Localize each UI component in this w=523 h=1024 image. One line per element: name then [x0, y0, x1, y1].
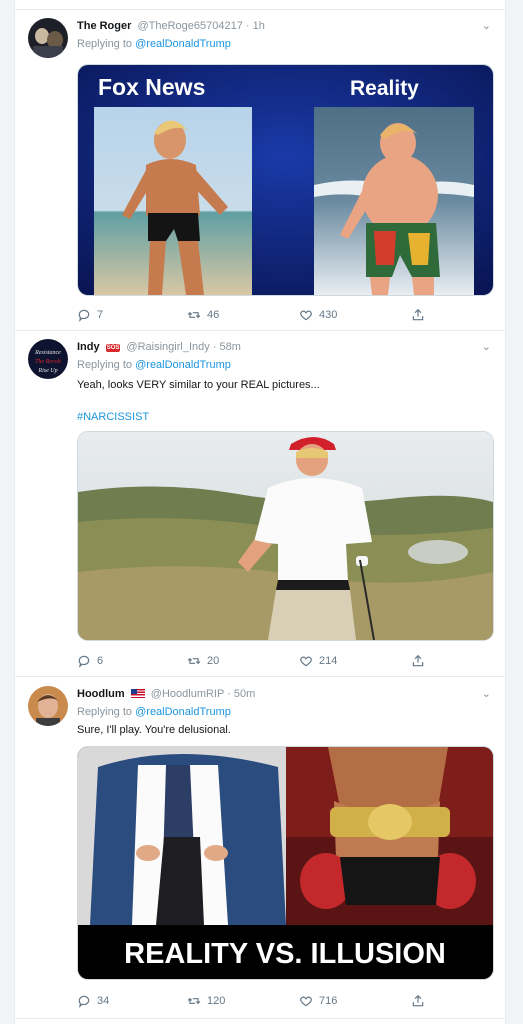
like-icon	[300, 656, 312, 667]
tweet-image[interactable]: Fox News Reality	[77, 64, 494, 296]
share-button[interactable]	[411, 654, 425, 668]
tweet-actions: 6 20 214	[77, 654, 477, 670]
caret-down-icon[interactable]: ⌄	[482, 340, 491, 353]
like-icon	[300, 996, 312, 1007]
reply-count: 7	[97, 309, 104, 321]
like-button[interactable]: 214	[299, 654, 337, 668]
retweet-count: 46	[207, 309, 220, 321]
share-button[interactable]	[411, 994, 425, 1008]
tweet-header: The Roger @TheRoge65704217 · 1h	[77, 20, 265, 32]
retweet-button[interactable]: 46	[187, 308, 219, 322]
display-name[interactable]: Indy	[77, 341, 100, 353]
reality-label: Reality	[350, 77, 419, 100]
like-button[interactable]: 430	[299, 308, 337, 322]
svg-text:Resistance: Resistance	[34, 350, 61, 356]
tweet-feed: The Roger @TheRoge65704217 · 1h ⌄ Replyi…	[14, 0, 506, 1024]
share-icon	[412, 994, 424, 1007]
retweet-icon	[187, 997, 201, 1005]
reply-button[interactable]: 7	[77, 308, 103, 322]
tweet-actions: 34 120 716	[77, 994, 477, 1010]
replying-to: Replying to @realDonaldTrump	[77, 38, 231, 50]
retweet-icon	[187, 311, 201, 319]
retweet-count: 120	[207, 995, 226, 1007]
tweet[interactable]: Hoodlum @HoodlumRIP · 50m ⌄ Replying to …	[15, 678, 505, 1019]
share-button[interactable]	[411, 308, 425, 322]
replying-prefix: Replying to	[77, 359, 133, 371]
reply-count: 34	[97, 995, 110, 1007]
replying-to: Replying to @realDonaldTrump	[77, 359, 231, 371]
handle-and-time[interactable]: @TheRoge65704217 · 1h	[137, 20, 264, 32]
share-icon	[412, 654, 424, 667]
handle-and-time[interactable]: @Raisingirl_Indy · 58m	[126, 341, 241, 353]
handle-and-time[interactable]: @HoodlumRIP · 50m	[151, 688, 256, 700]
like-count: 430	[319, 309, 338, 321]
reply-button[interactable]: 6	[77, 654, 103, 668]
reply-icon	[78, 309, 90, 322]
mention-link[interactable]: @realDonaldTrump	[135, 38, 231, 50]
display-name[interactable]: Hoodlum	[77, 688, 125, 700]
mention-link[interactable]: @realDonaldTrump	[135, 706, 231, 718]
us-flag-icon	[130, 689, 145, 698]
replying-prefix: Replying to	[77, 38, 133, 50]
tweet[interactable]: The Roger @TheRoge65704217 · 1h ⌄ Replyi…	[15, 9, 505, 331]
share-icon	[412, 308, 424, 321]
reply-icon	[78, 655, 90, 668]
replying-prefix: Replying to	[77, 706, 133, 718]
sos-badge: SOS	[105, 344, 121, 352]
reply-count: 6	[97, 655, 104, 667]
retweet-count: 20	[207, 655, 220, 667]
like-button[interactable]: 716	[299, 994, 337, 1008]
like-icon	[300, 310, 312, 321]
svg-text:Rise Up: Rise Up	[37, 368, 57, 374]
reply-icon	[78, 995, 90, 1008]
caret-down-icon[interactable]: ⌄	[482, 19, 491, 32]
tweet-header: Indy SOS @Raisingirl_Indy · 58m	[77, 341, 241, 353]
fox-news-label: Fox News	[98, 74, 205, 100]
retweet-button[interactable]: 120	[187, 994, 225, 1008]
hashtag-link[interactable]: #NARCISSIST	[77, 411, 149, 423]
retweet-button[interactable]: 20	[187, 654, 219, 668]
tweet-image[interactable]	[77, 431, 494, 641]
retweet-icon	[187, 657, 201, 665]
tweet-image[interactable]: REALITY VS. ILLUSION	[77, 746, 494, 980]
like-count: 716	[319, 995, 338, 1007]
tweet-actions: 7 46 430	[77, 308, 477, 324]
tweet[interactable]: Resistance The Revolt Rise Up Indy SOS @…	[15, 331, 505, 677]
image-caption: REALITY VS. ILLUSION	[124, 938, 446, 970]
reply-button[interactable]: 34	[77, 994, 109, 1008]
svg-text:The Revolt: The Revolt	[35, 359, 61, 365]
tweet-text: Sure, I'll play. You're delusional.	[77, 724, 231, 736]
tweet-header: Hoodlum @HoodlumRIP · 50m	[77, 688, 255, 700]
like-count: 214	[319, 655, 338, 667]
mention-link[interactable]: @realDonaldTrump	[135, 359, 231, 371]
avatar[interactable]: Resistance The Revolt Rise Up	[28, 339, 68, 379]
tweet-text: Yeah, looks VERY similar to your REAL pi…	[77, 379, 320, 391]
display-name[interactable]: The Roger	[77, 20, 131, 32]
avatar[interactable]	[28, 686, 68, 726]
caret-down-icon[interactable]: ⌄	[482, 687, 491, 700]
avatar[interactable]	[28, 18, 68, 58]
replying-to: Replying to @realDonaldTrump	[77, 706, 231, 718]
